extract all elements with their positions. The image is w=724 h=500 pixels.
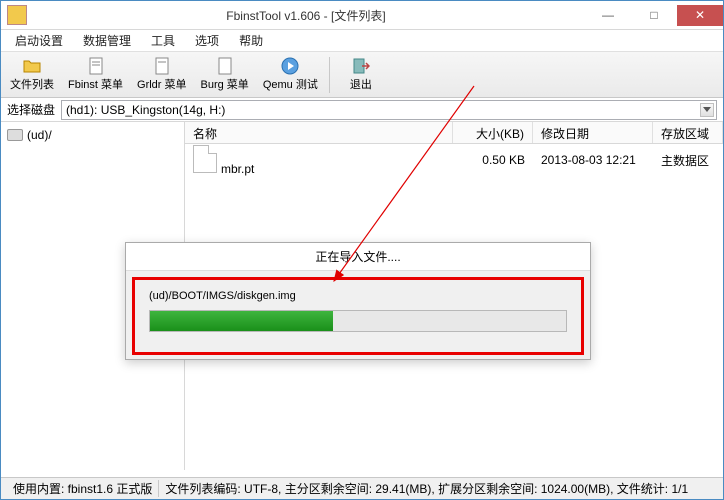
import-dialog: 正在导入文件.... (ud)/BOOT/IMGS/diskgen.img <box>125 242 591 360</box>
disk-label: 选择磁盘 <box>7 101 55 118</box>
file-icon <box>193 145 217 173</box>
folder-icon <box>23 57 41 75</box>
tb-burg[interactable]: Burg 菜单 <box>194 54 256 96</box>
tree-root[interactable]: (ud)/ <box>5 126 180 144</box>
tb-filelist[interactable]: 文件列表 <box>3 54 61 96</box>
menu-data[interactable]: 数据管理 <box>75 30 139 51</box>
menu-boot[interactable]: 启动设置 <box>7 30 71 51</box>
statusbar: 使用内置: fbinst1.6 正式版 文件列表编码: UTF-8, 主分区剩余… <box>1 477 723 499</box>
titlebar: FbinstTool v1.606 - [文件列表] — □ ✕ <box>1 1 723 30</box>
play-icon <box>281 57 299 75</box>
progress-bar <box>149 310 567 332</box>
status-rest: 文件列表编码: UTF-8, 主分区剩余空间: 29.41(MB), 扩展分区剩… <box>159 480 688 497</box>
chevron-down-icon <box>700 103 714 117</box>
separator <box>329 57 330 93</box>
window-title: FbinstTool v1.606 - [文件列表] <box>27 7 585 24</box>
menu-help[interactable]: 帮助 <box>231 30 271 51</box>
menu-options[interactable]: 选项 <box>187 30 227 51</box>
disk-combo[interactable]: (hd1): USB_Kingston(14g, H:) <box>61 100 717 120</box>
status-kernel: 使用内置: fbinst1.6 正式版 <box>7 480 159 497</box>
col-name[interactable]: 名称 <box>185 122 453 143</box>
menubar: 启动设置 数据管理 工具 选项 帮助 <box>1 30 723 52</box>
close-button[interactable]: ✕ <box>677 5 723 26</box>
exit-icon <box>352 57 370 75</box>
cell-area: 主数据区 <box>653 149 723 172</box>
doc-icon <box>87 57 105 75</box>
app-icon <box>7 5 27 25</box>
tb-fbinst[interactable]: Fbinst 菜单 <box>61 54 130 96</box>
tb-exit[interactable]: 退出 <box>334 54 388 96</box>
minimize-button[interactable]: — <box>585 5 631 26</box>
doc-icon <box>153 57 171 75</box>
maximize-button[interactable]: □ <box>631 5 677 26</box>
dialog-title: 正在导入文件.... <box>126 243 590 271</box>
import-path: (ud)/BOOT/IMGS/diskgen.img <box>149 290 567 302</box>
doc-icon <box>216 57 234 75</box>
col-size[interactable]: 大小(KB) <box>453 122 533 143</box>
toolbar: 文件列表 Fbinst 菜单 Grldr 菜单 Burg 菜单 Qemu 测试 … <box>1 52 723 98</box>
disk-combo-value: (hd1): USB_Kingston(14g, H:) <box>66 103 225 117</box>
progress-fill <box>150 311 333 331</box>
col-area[interactable]: 存放区域 <box>653 122 723 143</box>
dialog-body: (ud)/BOOT/IMGS/diskgen.img <box>132 277 584 355</box>
cell-size: 0.50 KB <box>453 150 533 170</box>
disk-selector-row: 选择磁盘 (hd1): USB_Kingston(14g, H:) <box>1 98 723 122</box>
tree-root-label: (ud)/ <box>27 128 52 142</box>
cell-name: mbr.pt <box>221 162 254 176</box>
tb-qemu[interactable]: Qemu 测试 <box>256 54 325 96</box>
table-row[interactable]: mbr.pt 0.50 KB 2013-08-03 12:21 主数据区 <box>185 144 723 176</box>
disk-icon <box>7 129 23 141</box>
tb-grldr[interactable]: Grldr 菜单 <box>130 54 194 96</box>
col-date[interactable]: 修改日期 <box>533 122 653 143</box>
cell-date: 2013-08-03 12:21 <box>533 150 653 170</box>
menu-tools[interactable]: 工具 <box>143 30 183 51</box>
